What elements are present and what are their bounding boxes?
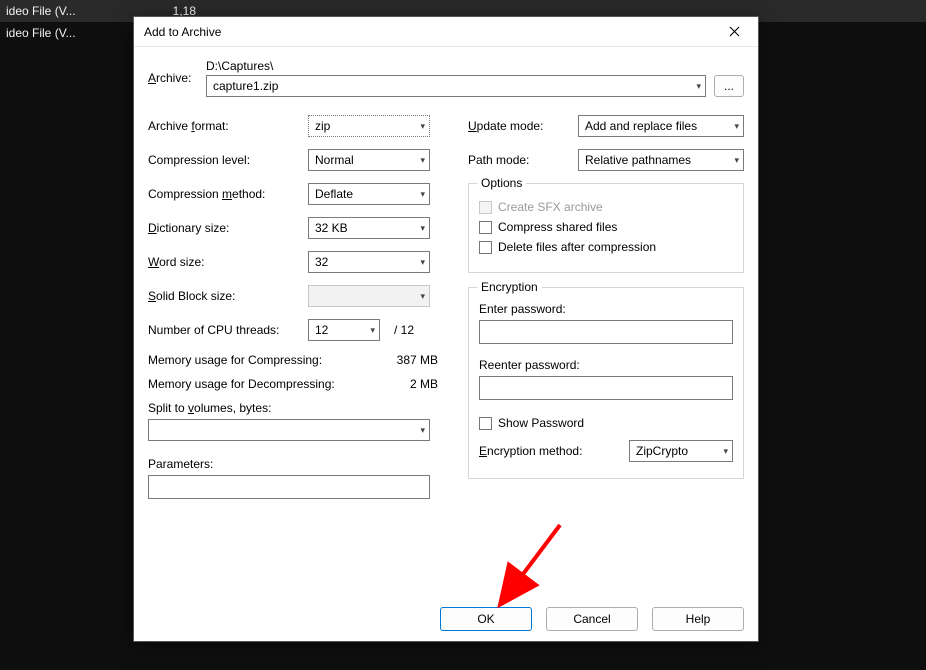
encryption-legend: Encryption <box>477 280 542 294</box>
compression-level-label: Compression level: <box>148 153 308 167</box>
checkbox-icon <box>479 241 492 254</box>
reenter-password-label: Reenter password: <box>479 358 733 372</box>
path-mode-label: Path mode: <box>468 153 578 167</box>
archive-format-label: Archive format: <box>148 119 308 133</box>
cpu-threads-select[interactable]: 12 ▾ <box>308 319 380 341</box>
compression-method-label: Compression method: <box>148 187 308 201</box>
create-sfx-checkbox: Create SFX archive <box>479 200 733 214</box>
compress-shared-checkbox[interactable]: Compress shared files <box>479 220 733 234</box>
chevron-down-icon: ▾ <box>420 425 425 436</box>
archive-path: D:\Captures\ <box>206 59 744 73</box>
mem-compress-value: 387 MB <box>378 353 438 367</box>
dictionary-size-select[interactable]: 32 KB ▾ <box>308 217 430 239</box>
chevron-down-icon: ▾ <box>723 446 728 457</box>
checkbox-icon <box>479 417 492 430</box>
archive-format-select[interactable]: zip ▾ <box>308 115 430 137</box>
archive-filename-combo[interactable]: capture1.zip ▾ <box>206 75 706 97</box>
cpu-threads-total: / 12 <box>394 323 414 337</box>
chevron-down-icon: ▾ <box>420 257 425 268</box>
mem-decompress-label: Memory usage for Decompressing: <box>148 377 378 391</box>
dictionary-size-label: Dictionary size: <box>148 221 308 235</box>
options-legend: Options <box>477 176 526 190</box>
browse-button[interactable]: ... <box>714 75 744 97</box>
chevron-down-icon: ▾ <box>734 155 739 166</box>
add-to-archive-dialog: Add to Archive Archive: D:\Captures\ cap… <box>133 16 759 642</box>
reenter-password-input[interactable] <box>479 376 733 400</box>
titlebar: Add to Archive <box>134 17 758 47</box>
split-volumes-combo[interactable]: ▾ <box>148 419 430 441</box>
archive-filename: capture1.zip <box>213 79 696 93</box>
parameters-input[interactable] <box>148 475 430 499</box>
encryption-group: Encryption Enter password: Reenter passw… <box>468 287 744 479</box>
encryption-method-select[interactable]: ZipCrypto ▾ <box>629 440 733 462</box>
update-mode-label: Update mode: <box>468 119 578 133</box>
chevron-down-icon: ▾ <box>696 81 701 92</box>
bg-file-name: ideo File (V... <box>6 26 136 40</box>
mem-decompress-value: 2 MB <box>378 377 438 391</box>
cancel-button[interactable]: Cancel <box>546 607 638 631</box>
checkbox-icon <box>479 221 492 234</box>
bg-file-name: ideo File (V... <box>6 4 136 18</box>
mem-compress-label: Memory usage for Compressing: <box>148 353 378 367</box>
word-size-label: Word size: <box>148 255 308 269</box>
delete-after-checkbox[interactable]: Delete files after compression <box>479 240 733 254</box>
enter-password-input[interactable] <box>479 320 733 344</box>
compression-level-select[interactable]: Normal ▾ <box>308 149 430 171</box>
help-button[interactable]: Help <box>652 607 744 631</box>
solid-block-label: Solid Block size: <box>148 289 308 303</box>
update-mode-select[interactable]: Add and replace files ▾ <box>578 115 744 137</box>
compression-method-select[interactable]: Deflate ▾ <box>308 183 430 205</box>
chevron-down-icon: ▾ <box>370 325 375 336</box>
options-group: Options Create SFX archive Compress shar… <box>468 183 744 273</box>
archive-label: Archive: <box>148 71 196 85</box>
parameters-label: Parameters: <box>148 457 438 471</box>
show-password-checkbox[interactable]: Show Password <box>479 416 733 430</box>
dialog-title: Add to Archive <box>144 25 714 39</box>
chevron-down-icon: ▾ <box>420 223 425 234</box>
chevron-down-icon: ▾ <box>420 155 425 166</box>
solid-block-select: ▾ <box>308 285 430 307</box>
enter-password-label: Enter password: <box>479 302 733 316</box>
chevron-down-icon: ▾ <box>420 189 425 200</box>
path-mode-select[interactable]: Relative pathnames ▾ <box>578 149 744 171</box>
encryption-method-label: Encryption method: <box>479 444 629 458</box>
ok-button[interactable]: OK <box>440 607 532 631</box>
chevron-down-icon: ▾ <box>420 121 425 132</box>
close-icon[interactable] <box>714 18 754 46</box>
chevron-down-icon: ▾ <box>734 121 739 132</box>
cpu-threads-label: Number of CPU threads: <box>148 323 308 337</box>
chevron-down-icon: ▾ <box>420 291 425 302</box>
split-volumes-label: Split to volumes, bytes: <box>148 401 438 415</box>
word-size-select[interactable]: 32 ▾ <box>308 251 430 273</box>
checkbox-icon <box>479 201 492 214</box>
